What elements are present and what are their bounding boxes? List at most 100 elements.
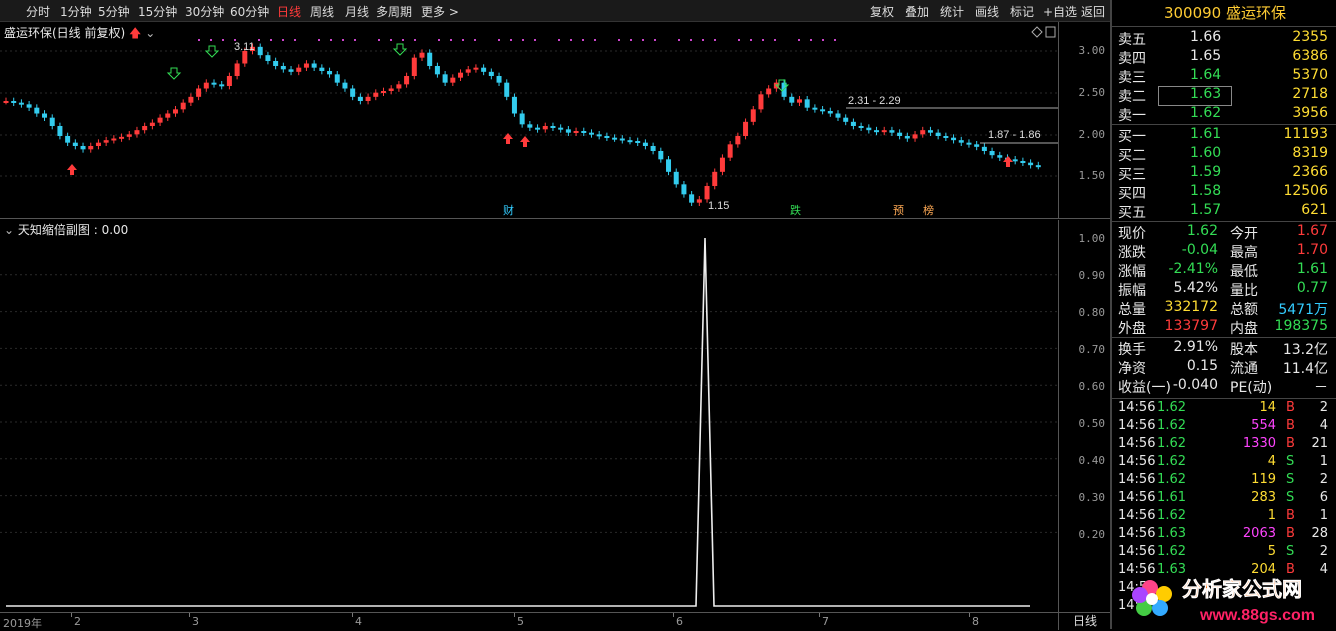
tick-row: 14:56 1.62 1330 B 21 (1112, 436, 1336, 454)
candle-body (65, 136, 71, 143)
candle-body (80, 146, 86, 150)
stat-value: 332172 (1164, 299, 1218, 315)
stat-row[interactable]: 换手 2.91% 股本 13.2亿 (1112, 339, 1336, 358)
candle-body (866, 127, 872, 131)
stat-row[interactable]: 涨幅 -2.41% 最低 1.61 (1112, 261, 1336, 280)
period-tab-4[interactable]: 30分钟 (185, 3, 224, 20)
period-tab-0[interactable]: 分时 (26, 3, 50, 20)
divider (1112, 398, 1336, 399)
tick-row: 14:56 1.62 1 B 1 (1112, 508, 1336, 526)
bid-row[interactable]: 买一 1.61 11193 (1112, 126, 1336, 145)
divider (1112, 221, 1336, 222)
candle-body (958, 140, 964, 143)
bid-row[interactable]: 买五 1.57 621 (1112, 202, 1336, 221)
period-tab-8[interactable]: 月线 (345, 3, 369, 20)
bid-price: 1.60 (1190, 145, 1222, 161)
period-tab-3[interactable]: 15分钟 (138, 3, 177, 20)
tick-volume: 1 (1267, 508, 1276, 523)
tick-volume: 554 (1251, 418, 1276, 433)
candlestick-chart[interactable]: 3.11 1.15 2.31 - 2.29 1.87 - 1.86 财 跌 预 榜 (0, 22, 1058, 218)
stat-label: 收益(一) (1118, 380, 1171, 396)
stat-row[interactable]: 振幅 5.42% 量比 0.77 (1112, 280, 1336, 299)
divider (1112, 124, 1336, 125)
stat-label: 总额 (1230, 302, 1258, 318)
period-tab-5[interactable]: 60分钟 (230, 3, 269, 20)
period-tab-6[interactable]: 日线 (277, 3, 301, 20)
date-tick (819, 613, 820, 617)
stat-row[interactable]: 总量 332172 总额 5471万 (1112, 299, 1336, 318)
ask-volume: 2355 (1292, 29, 1328, 45)
candle-body (88, 146, 94, 150)
toolbar-button-6[interactable]: 返回 (1081, 3, 1105, 20)
candle-body (411, 57, 417, 76)
bid-row[interactable]: 买二 1.60 8319 (1112, 145, 1336, 164)
chevron-down-icon[interactable]: ⌄ (145, 26, 155, 40)
stat-row[interactable]: 现价 1.62 今开 1.67 (1112, 223, 1336, 242)
stat-row[interactable]: 涨跌 -0.04 最高 1.70 (1112, 242, 1336, 261)
signal-dot (534, 39, 536, 41)
toolbar-button-1[interactable]: 叠加 (905, 3, 929, 20)
watermark-name: 分析家公式网 (1182, 577, 1302, 601)
stat-row[interactable]: 收益(一) -0.040 PE(动) － (1112, 377, 1336, 396)
period-tab-1[interactable]: 1分钟 (60, 3, 92, 20)
chart-title: 盛运环保(日线 前复权) 🡅 ⌄ (4, 24, 155, 45)
ask-label: 卖一 (1118, 108, 1146, 124)
tick-time: 14:56 (1118, 472, 1156, 487)
buy-arrow-icon (67, 164, 77, 175)
candle-body (750, 109, 756, 122)
bid-row[interactable]: 买三 1.59 2366 (1112, 164, 1336, 183)
tick-side: S (1286, 472, 1295, 487)
watermark-url: www.88gs.com (1199, 607, 1315, 624)
candle-body (758, 94, 764, 110)
candle-body (280, 66, 286, 70)
ask-volume: 6386 (1292, 48, 1328, 64)
candle-body (719, 157, 725, 172)
bid-row[interactable]: 买四 1.58 12506 (1112, 183, 1336, 202)
period-label[interactable]: 日线 (1058, 612, 1111, 630)
ask-volume: 3956 (1292, 105, 1328, 121)
chevron-down-icon[interactable]: ⌄ (4, 223, 14, 237)
ask-row[interactable]: 卖四 1.65 6386 (1112, 48, 1336, 67)
candle-body (889, 130, 895, 133)
stock-header[interactable]: 300090 盛运环保 (1112, 0, 1336, 27)
candle-body (850, 121, 856, 126)
ask-row[interactable]: 卖三 1.64 5370 (1112, 67, 1336, 86)
stock-code: 300090 (1163, 4, 1222, 22)
signal-dot (822, 39, 824, 41)
pane-divider[interactable] (0, 218, 1110, 219)
period-tab-10[interactable]: 更多 > (421, 3, 459, 20)
ask-label: 卖四 (1118, 51, 1146, 67)
tick-time: 14:56 (1118, 454, 1156, 469)
candle-body (311, 63, 317, 68)
period-tab-7[interactable]: 周线 (310, 3, 334, 20)
stat-row[interactable]: 净资 0.15 流通 11.4亿 (1112, 358, 1336, 377)
signal-dot (402, 39, 404, 41)
candle-body (989, 151, 995, 156)
candle-body (820, 109, 826, 112)
stat-row[interactable]: 外盘 133797 内盘 198375 (1112, 318, 1336, 337)
toolbar-button-0[interactable]: 复权 (870, 3, 894, 20)
indicator-subchart[interactable] (0, 220, 1058, 612)
toolbar-button-3[interactable]: 画线 (975, 3, 999, 20)
signal-dot (570, 39, 572, 41)
signal-dot (390, 39, 392, 41)
ask-row[interactable]: 卖五 1.66 2355 (1112, 29, 1336, 48)
toolbar-button-2[interactable]: 统计 (940, 3, 964, 20)
candle-body (434, 66, 440, 75)
date-tick (71, 613, 72, 617)
period-tab-9[interactable]: 多周期 (376, 3, 412, 20)
candle-body (1035, 165, 1041, 168)
candle-body (966, 142, 972, 145)
candle-body (735, 136, 741, 145)
signal-dot (438, 39, 440, 41)
signal-dot (330, 39, 332, 41)
toolbar-button-4[interactable]: 标记 (1010, 3, 1034, 20)
tick-side: B (1286, 436, 1295, 451)
candle-body (573, 131, 579, 133)
signal-dot (282, 39, 284, 41)
ask-row[interactable]: 卖一 1.62 3956 (1112, 105, 1336, 124)
stat-label: 涨幅 (1118, 264, 1146, 280)
candle-body (188, 96, 194, 103)
period-tab-2[interactable]: 5分钟 (98, 3, 130, 20)
toolbar-button-5[interactable]: +自选 (1043, 3, 1077, 20)
